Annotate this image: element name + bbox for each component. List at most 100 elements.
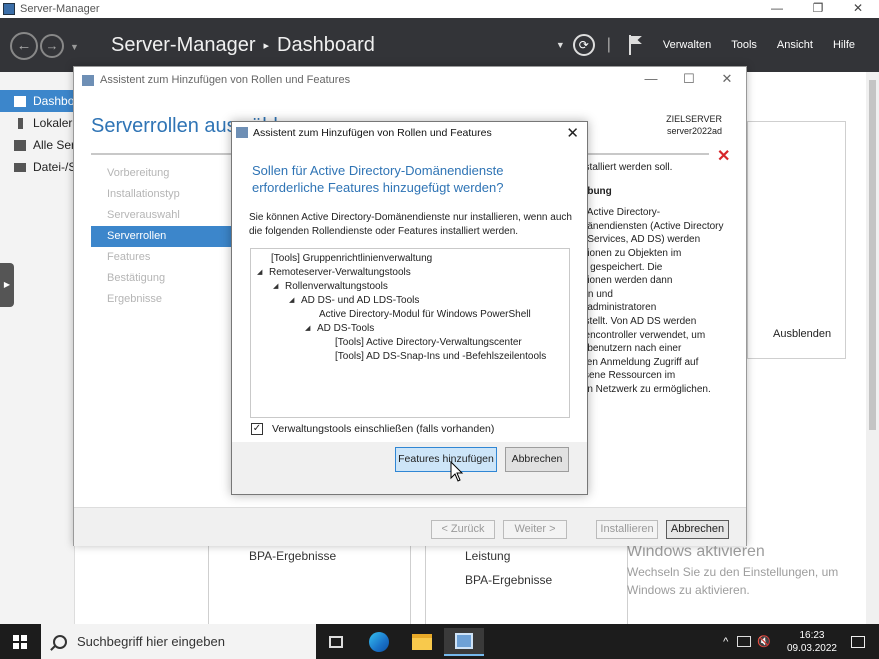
forward-button[interactable]: → [40,34,64,58]
server-manager-header: ← → ▼ Server-Manager ▸ Dashboard ▼ ⟳ | V… [0,18,879,72]
sidebar-item-label: Lokaler Server [33,116,74,130]
sidebar-item-dashboard[interactable]: Dashboard [0,90,74,112]
folder-icon [412,634,432,650]
start-button[interactable] [0,624,40,659]
task-view-icon [329,636,343,648]
dialog-body: Sie können Active Directory-Domänendiens… [249,212,572,237]
dialog-title: Assistent zum Hinzufügen von Rollen und … [253,126,492,139]
windows-logo-icon [13,634,27,649]
sidebar-item-label: Datei-/Speicherdienste [33,160,74,174]
minimize-button[interactable]: — [762,0,792,18]
network-icon[interactable] [737,636,752,647]
server-manager-icon [455,633,473,649]
hide-button[interactable]: Ausblenden [773,328,831,340]
sidebar: Dashboard Lokaler Server Alle Server Dat… [0,72,75,624]
include-tools-checkbox[interactable]: ✓ Verwaltungstools einschließen (falls v… [251,423,494,435]
scrollbar-thumb[interactable] [869,80,876,430]
server-manager-taskbar-button[interactable] [444,628,484,656]
description-line: rk gespeichert. Die [579,261,663,273]
wizard-back-button[interactable]: < Zurück [431,520,495,539]
clock-date: 09.03.2022 [786,642,837,654]
tree-item[interactable]: [Tools] Gruppenrichtlinienverwaltung [251,252,569,266]
explorer-button[interactable] [402,628,442,656]
flag-icon[interactable] [628,35,643,55]
target-server: ZIELSERVER server2022ad [666,113,722,137]
tree-item[interactable]: Active Directory-Modul für Windows Power… [251,308,569,322]
description-line: ern und [579,288,613,300]
search-icon [53,634,67,649]
step-features[interactable]: Features [91,247,232,268]
taskbar-search[interactable]: Suchbegriff hier eingeben [41,624,316,659]
dialog-close-icon[interactable]: ✕ [566,124,579,142]
wizard-cancel-button[interactable]: Abbrechen [666,520,729,539]
tree-item[interactable]: [Tools] AD DS-Snap-Ins und -Befehlszeile… [251,350,569,364]
tree-item-label: Remoteserver-Verwaltungstools [269,267,411,278]
tree-item[interactable]: ◢ AD DS- und AD LDS-Tools [251,294,569,308]
tree-item[interactable]: ◢ Rollenverwaltungstools [251,280,569,294]
dashboard-tile-right [747,121,846,359]
menu-verwalten[interactable]: Verwalten [663,39,711,51]
restore-button[interactable]: ❐ [803,0,833,18]
checkbox-checked-icon[interactable]: ✓ [251,423,263,435]
description-intro: nstalliert werden soll. [579,162,673,173]
menu-tools[interactable]: Tools [731,39,757,51]
tree-item[interactable]: ◢ Remoteserver-Verwaltungstools [251,266,569,280]
feature-tree[interactable]: [Tools] Gruppenrichtlinienverwaltung ◢ Re… [250,248,570,418]
dialog-heading: Sollen für Active Directory-Domänendiens… [252,163,504,195]
tile-performance[interactable]: Leistung [465,549,510,563]
tray-overflow-icon[interactable]: ^ [723,636,728,648]
breadcrumb: Server-Manager ▸ Dashboard [111,34,375,57]
refresh-icon[interactable]: ⟳ [572,34,595,56]
menu-hilfe[interactable]: Hilfe [833,39,855,51]
step-installationstyp[interactable]: Installationstyp [91,184,232,205]
expanded-triangle-icon[interactable]: ◢ [289,294,297,308]
tree-item-label: [Tools] Gruppenrichtlinienverwaltung [271,253,433,264]
vertical-scrollbar[interactable] [866,72,879,624]
breadcrumb-page: Dashboard [277,34,375,56]
step-ergebnisse[interactable]: Ergebnisse [91,289,232,310]
wizard-icon [82,74,94,86]
close-button[interactable]: ✕ [843,0,873,18]
tree-item-label: AD DS- und AD LDS-Tools [301,295,420,306]
wizard-titlebar: Assistent zum Hinzufügen von Rollen und … [74,67,746,93]
tile-bpa-results[interactable]: BPA-Ergebnisse [249,549,336,563]
tree-item[interactable]: [Tools] Active Directory-Verwaltungscent… [251,336,569,350]
expanded-triangle-icon[interactable]: ◢ [257,266,265,280]
wizard-close-button[interactable]: ✕ [712,71,742,87]
wizard-install-button[interactable]: Installieren [596,520,658,539]
sidebar-item-file-storage[interactable]: Datei-/Speicherdienste [0,156,74,178]
add-features-button[interactable]: Features hinzufügen [395,447,497,472]
dialog-footer: Features hinzufügen Abbrechen [232,442,587,494]
sidebar-item-local-server[interactable]: Lokaler Server [0,112,74,134]
step-bestaetigung[interactable]: Bestätigung [91,268,232,289]
server-icon [18,117,23,129]
clock[interactable]: 16:23 09.03.2022 [787,629,837,655]
step-vorbereitung[interactable]: Vorbereitung [91,163,232,184]
step-serverauswahl[interactable]: Serverauswahl [91,205,232,226]
breadcrumb-separator-icon: ▸ [263,40,270,52]
notification-icon[interactable] [851,635,865,648]
dialog-cancel-button[interactable]: Abbrechen [505,447,569,472]
description-line: ten Netzwerk zu ermöglichen. [579,383,711,395]
sidebar-item-all-servers[interactable]: Alle Server [0,134,74,156]
tree-item[interactable]: ◢ AD DS-Tools [251,322,569,336]
notifications-dropdown-icon[interactable]: ▼ [556,40,565,50]
tile-bpa-results[interactable]: BPA-Ergebnisse [465,573,552,587]
step-serverrollen[interactable]: Serverrollen [91,226,232,247]
search-placeholder: Suchbegriff hier eingeben [77,634,225,649]
sidebar-collapse-tab[interactable]: ▶ [0,263,14,307]
target-server-value: server2022ad [666,126,722,136]
wizard-next-button[interactable]: Weiter > [503,520,567,539]
task-view-button[interactable] [316,628,356,656]
expanded-triangle-icon[interactable]: ◢ [305,322,313,336]
tree-item-label: AD DS-Tools [317,323,375,334]
history-dropdown-icon[interactable]: ▼ [70,42,79,52]
volume-muted-icon[interactable]: 🔇 [757,635,771,648]
back-button[interactable]: ← [10,32,38,60]
menu-ansicht[interactable]: Ansicht [777,39,813,51]
expanded-triangle-icon[interactable]: ◢ [273,280,281,294]
system-tray: ^ 🔇 16:23 09.03.2022 [723,624,879,659]
wizard-maximize-button[interactable]: ☐ [674,71,704,87]
edge-button[interactable] [359,628,399,656]
wizard-minimize-button[interactable]: — [636,71,666,86]
